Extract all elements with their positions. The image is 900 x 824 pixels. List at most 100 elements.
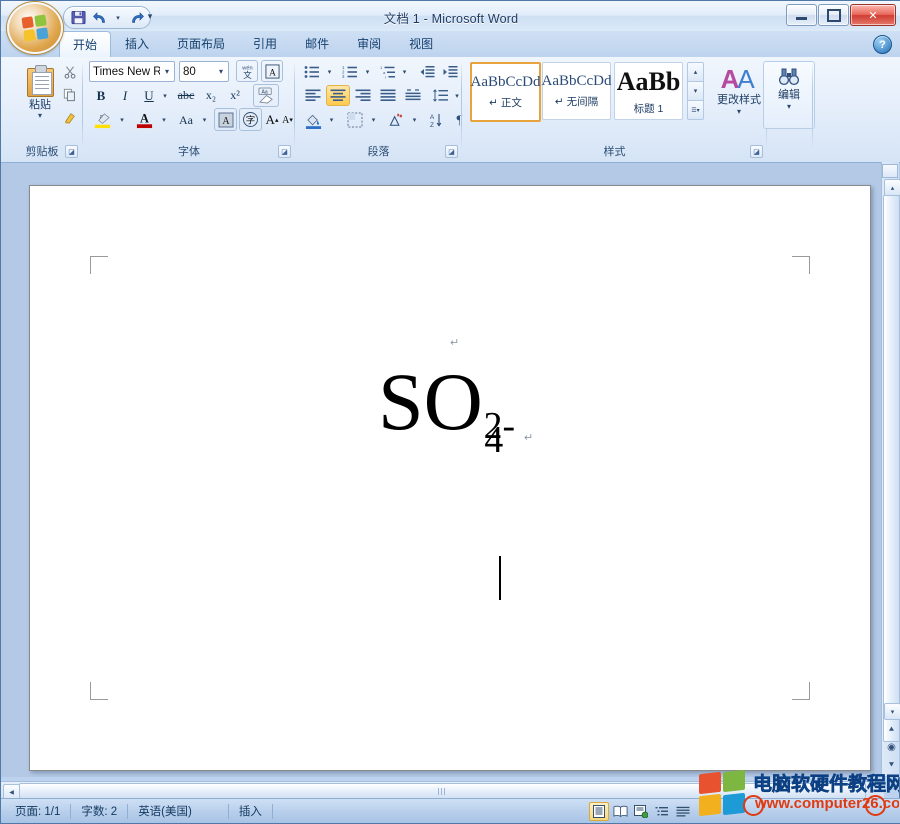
margin-corner-top-right [792, 256, 810, 274]
tab-home[interactable]: 开始 [59, 31, 111, 58]
font-color-button[interactable]: A [132, 109, 157, 131]
change-styles-button[interactable]: A A 更改样式 ▾ [710, 61, 768, 129]
paragraph-dialog-launcher[interactable]: ◪ [445, 145, 458, 158]
previous-page-button[interactable]: ⯅ [884, 722, 899, 737]
align-left-button[interactable] [301, 85, 325, 106]
justify-button[interactable] [376, 85, 400, 106]
italic-button[interactable]: I [114, 85, 136, 106]
character-shading-button[interactable]: A [214, 108, 237, 131]
status-page[interactable]: 页面: 1/1 [5, 803, 70, 819]
line-spacing-button[interactable] [430, 85, 452, 106]
undo-dropdown[interactable]: ▾ [113, 9, 123, 27]
styles-dialog-launcher[interactable]: ◪ [750, 145, 763, 158]
paste-button[interactable]: 粘贴 ▾ [15, 62, 65, 128]
view-web-layout-button[interactable] [631, 802, 651, 821]
styles-scroll-down-button[interactable]: ▾ [687, 81, 704, 101]
shading-dropdown[interactable]: ▾ [326, 109, 337, 131]
font-size-combo[interactable]: 80 ▾ [179, 61, 229, 82]
change-case-button[interactable]: Aa [173, 109, 199, 131]
save-button[interactable] [69, 9, 88, 27]
styles-more-button[interactable]: ☰▾ [687, 100, 704, 120]
view-draft-button[interactable] [673, 802, 693, 821]
numbering-button[interactable]: 1 2 3 [339, 61, 361, 82]
multilevel-list-button[interactable]: 1 a i [377, 61, 399, 82]
asian-layout-button[interactable] [385, 109, 409, 131]
subscript-button[interactable]: x₂ [200, 85, 222, 106]
character-border-button[interactable]: A [261, 60, 283, 82]
help-icon[interactable]: ? [873, 35, 892, 54]
tab-mailings[interactable]: 邮件 [291, 30, 343, 57]
borders-button[interactable] [343, 109, 367, 131]
styles-scroll-up-button[interactable]: ▴ [687, 62, 704, 82]
decrease-indent-button[interactable] [416, 61, 438, 82]
status-insert-mode[interactable]: 插入 [229, 803, 272, 819]
vertical-scroll-thumb[interactable] [883, 195, 900, 742]
format-painter-button[interactable] [59, 107, 81, 128]
shading-button[interactable] [301, 109, 325, 131]
style-item-normal[interactable]: AaBbCcDd ↵ 正文 [470, 62, 541, 122]
view-outline-button[interactable] [652, 802, 672, 821]
grow-font-button[interactable]: A▴ [264, 109, 280, 131]
tab-insert[interactable]: 插入 [111, 30, 163, 57]
tab-view[interactable]: 视图 [395, 30, 447, 57]
superscript-button[interactable]: x² [224, 85, 246, 106]
align-right-button[interactable] [351, 85, 375, 106]
highlight-dropdown[interactable]: ▾ [116, 109, 128, 131]
font-color-dropdown[interactable]: ▾ [158, 109, 170, 131]
document-page[interactable]: ↵ SO2-4 ↵ [29, 185, 871, 771]
close-button[interactable]: ✕ [850, 4, 896, 26]
numbering-dropdown[interactable]: ▾ [362, 61, 373, 82]
tab-page-layout[interactable]: 页面布局 [163, 30, 239, 57]
borders-dropdown[interactable]: ▾ [368, 109, 379, 131]
style-item-no-spacing[interactable]: AaBbCcDd ↵ 无间隔 [542, 62, 611, 120]
editing-dropdown-arrow[interactable]: ▾ [787, 102, 791, 111]
align-center-button[interactable] [326, 85, 350, 106]
select-browse-object-button[interactable]: ◉ [884, 740, 899, 755]
tab-review[interactable]: 审阅 [343, 30, 395, 57]
clear-formatting-button[interactable]: Aa [253, 84, 279, 107]
document-text-formula[interactable]: SO2-4 [378, 361, 510, 443]
font-dialog-launcher[interactable]: ◪ [278, 145, 291, 158]
bold-button[interactable]: B [90, 85, 112, 106]
bullets-button[interactable] [301, 61, 323, 82]
sort-button[interactable]: A Z [425, 108, 447, 131]
tab-references[interactable]: 引用 [239, 30, 291, 57]
strikethrough-button[interactable]: abc [174, 85, 198, 106]
margin-corner-bottom-left [90, 682, 108, 700]
status-language[interactable]: 英语(美国) [128, 803, 202, 819]
office-button[interactable] [7, 2, 63, 54]
copy-button[interactable] [59, 84, 81, 105]
enclose-characters-button[interactable]: 字 [239, 108, 262, 131]
paste-dropdown-arrow[interactable]: ▾ [38, 112, 42, 119]
change-case-dropdown[interactable]: ▾ [199, 109, 210, 131]
status-word-count[interactable]: 字数: 2 [71, 803, 127, 819]
phonetic-guide-button[interactable]: wén 文 [236, 60, 258, 82]
underline-dropdown[interactable]: ▾ [159, 85, 171, 106]
asian-layout-dropdown[interactable]: ▾ [409, 109, 420, 131]
undo-button[interactable] [91, 9, 110, 27]
clipboard-dialog-launcher[interactable]: ◪ [65, 145, 78, 158]
distribute-button[interactable] [401, 85, 425, 106]
bullets-dropdown[interactable]: ▾ [324, 61, 335, 82]
multilevel-dropdown[interactable]: ▾ [399, 61, 410, 82]
view-print-layout-button[interactable] [589, 802, 609, 821]
customize-qat-button[interactable]: ▾ [142, 7, 158, 26]
restore-button[interactable] [818, 4, 849, 26]
increase-indent-button[interactable] [439, 61, 461, 82]
justify-icon [380, 89, 396, 102]
text-highlight-button[interactable]: ab [90, 109, 115, 131]
view-full-screen-reading-button[interactable] [610, 802, 630, 821]
document-canvas[interactable]: ↵ SO2-4 ↵ [1, 162, 900, 777]
find-button[interactable]: 编辑 ▾ [763, 61, 815, 129]
scroll-down-button[interactable]: ▾ [884, 703, 900, 720]
scroll-up-button[interactable]: ▴ [884, 179, 900, 196]
shrink-font-button[interactable]: A▾ [280, 109, 295, 131]
minimize-button[interactable] [786, 4, 817, 26]
cut-button[interactable] [59, 61, 81, 82]
underline-button[interactable]: U [138, 85, 160, 106]
split-window-button[interactable] [882, 164, 898, 178]
vertical-scrollbar[interactable]: ▴ ▾ ⯅ ◉ ⯆ [881, 162, 899, 776]
style-item-heading1[interactable]: AaBb 标题 1 [614, 62, 683, 120]
change-styles-arrow[interactable]: ▾ [737, 107, 741, 116]
font-name-combo[interactable]: Times New R ▾ [89, 61, 175, 82]
